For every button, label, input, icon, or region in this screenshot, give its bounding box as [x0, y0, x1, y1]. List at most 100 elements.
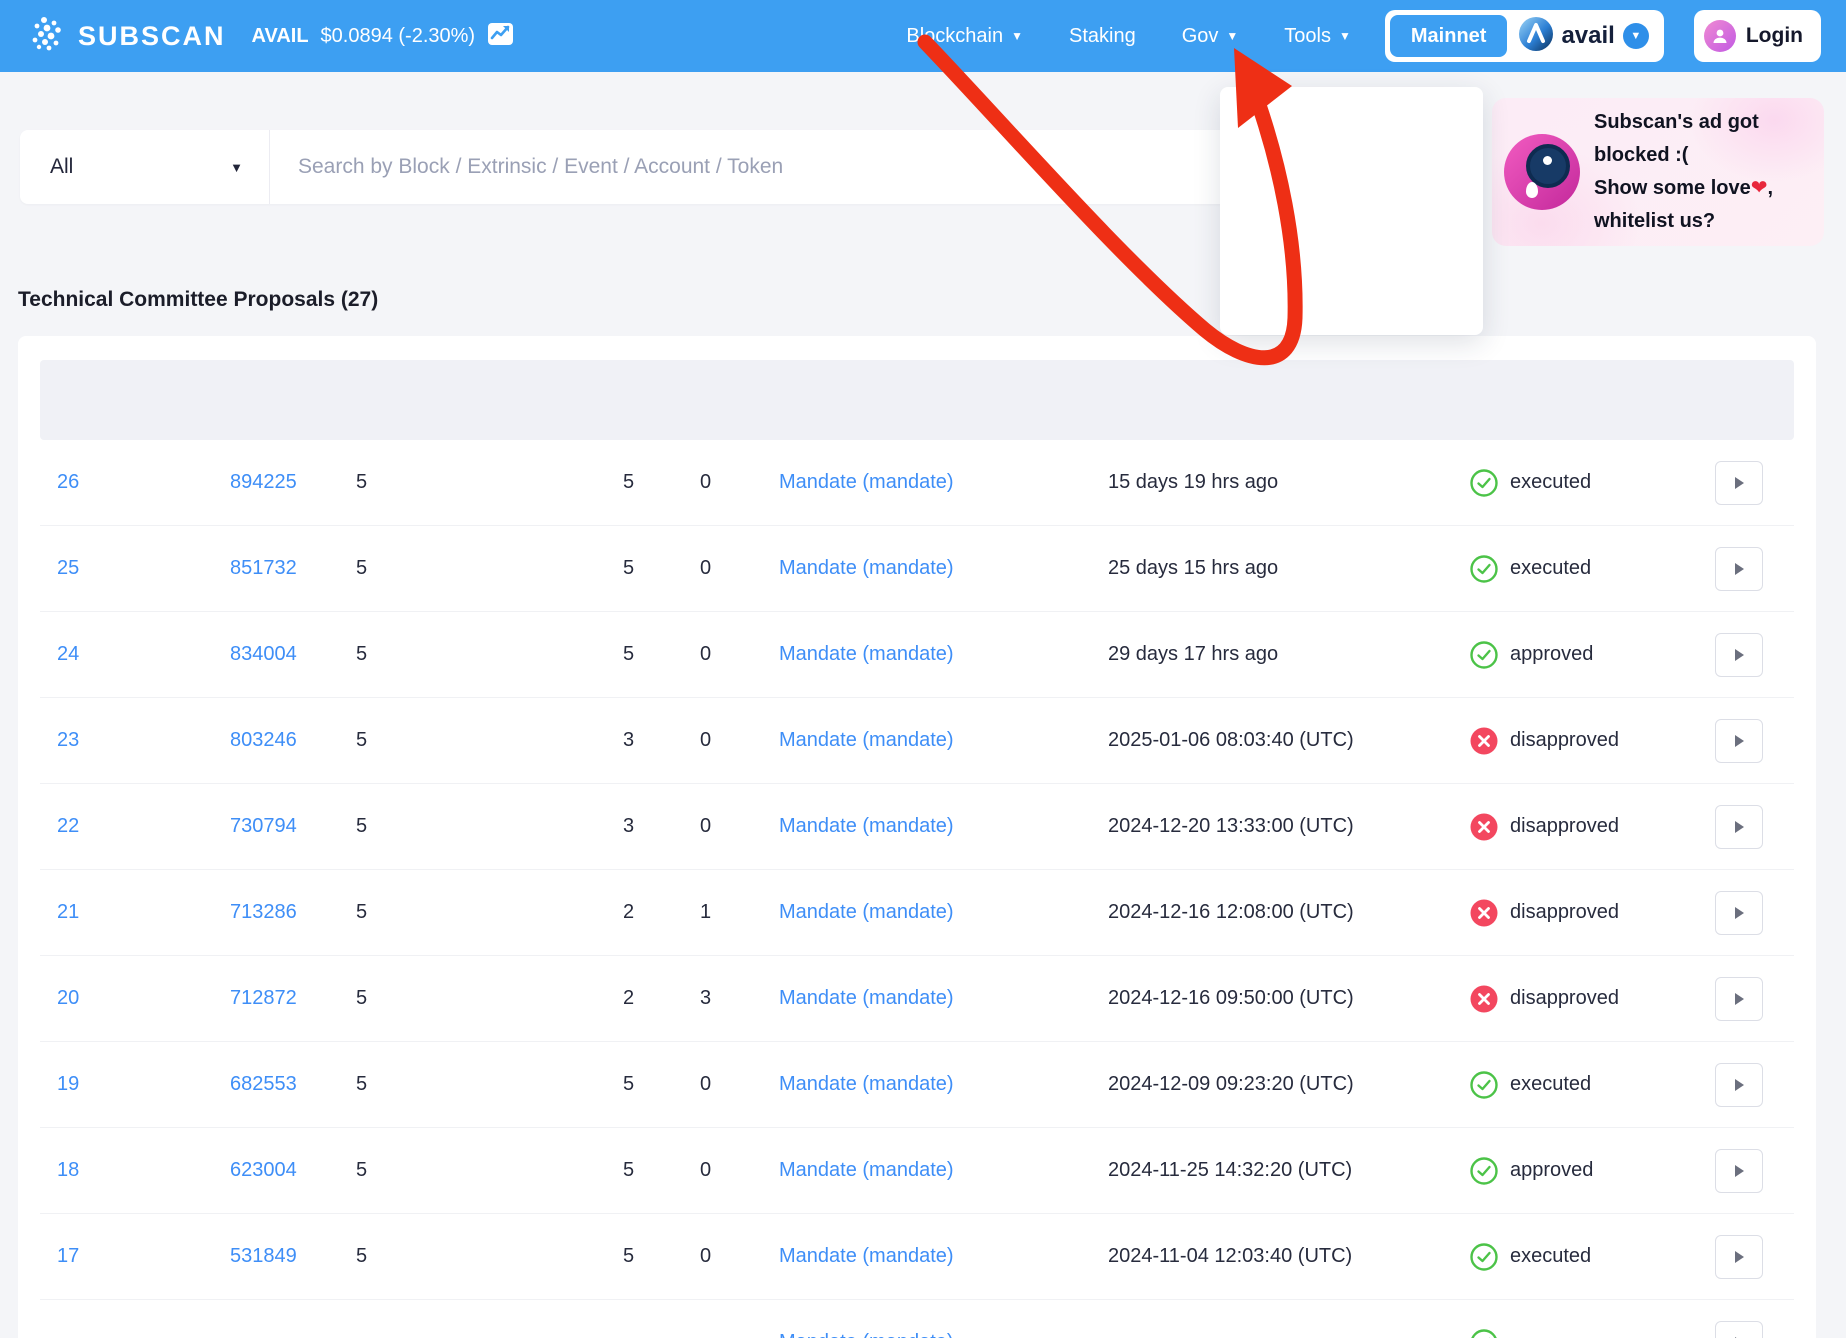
proposal-id-link[interactable]: 17 [57, 1245, 79, 1267]
table-row: Mandate (mandate) [40, 1300, 1794, 1338]
proposal-id-link[interactable]: 25 [57, 557, 79, 579]
aye-count: 2 [623, 987, 700, 1010]
action-link[interactable]: Mandate (mandate) [779, 471, 954, 493]
time-value: 2024-12-16 09:50:00 (UTC) [1108, 987, 1470, 1010]
proposal-id-link[interactable]: 23 [57, 729, 79, 751]
gov-menu-item[interactable] [1220, 267, 1483, 323]
mainnet-button[interactable]: Mainnet [1390, 15, 1508, 57]
time-value: 2024-12-20 13:33:00 (UTC) [1108, 815, 1470, 838]
proposal-id-link[interactable]: 24 [57, 643, 79, 665]
expand-row-button[interactable] [1715, 633, 1763, 677]
status-badge: disapproved [1470, 813, 1715, 841]
time-value: 2024-12-16 12:08:00 (UTC) [1108, 901, 1470, 924]
gov-menu-item[interactable] [1220, 155, 1483, 211]
proposal-id-link[interactable]: 18 [57, 1159, 79, 1181]
time-value: 2024-11-25 14:32:20 (UTC) [1108, 1159, 1470, 1182]
chevron-down-icon: ▼ [1339, 30, 1351, 42]
expand-row-button[interactable] [1715, 891, 1763, 935]
table-row: 21 713286 5 2 1 Mandate (mandate) 2024-1… [40, 870, 1794, 956]
nay-count: 0 [700, 471, 779, 494]
search-filter-select[interactable]: All ▼ [20, 130, 270, 204]
login-button[interactable]: Login [1694, 10, 1821, 62]
block-link[interactable]: 894225 [230, 471, 297, 493]
block-link[interactable]: 682553 [230, 1073, 297, 1095]
action-link[interactable]: Mandate (mandate) [779, 987, 954, 1009]
action-link[interactable]: Mandate (mandate) [779, 901, 954, 923]
status-text: approved [1510, 1159, 1593, 1182]
subscan-logo[interactable]: SUBSCAN [30, 15, 226, 58]
action-link[interactable]: Mandate (mandate) [779, 1331, 954, 1338]
table-row: 17 531849 5 5 0 Mandate (mandate) 2024-1… [40, 1214, 1794, 1300]
action-link[interactable]: Mandate (mandate) [779, 815, 954, 837]
aye-count: 2 [623, 901, 700, 924]
action-link[interactable]: Mandate (mandate) [779, 1245, 954, 1267]
table-row: 26 894225 5 5 0 Mandate (mandate) 15 day… [40, 440, 1794, 526]
proposal-id-link[interactable]: 20 [57, 987, 79, 1009]
block-link[interactable]: 851732 [230, 557, 297, 579]
network-switcher: Mainnet avail ▼ [1385, 10, 1664, 62]
nav-item-blockchain[interactable]: Blockchain ▼ [906, 25, 1023, 48]
expand-row-button[interactable] [1715, 547, 1763, 591]
action-link[interactable]: Mandate (mandate) [779, 643, 954, 665]
aye-count: 5 [623, 1073, 700, 1096]
main-nav: Blockchain ▼ Staking ▼ Gov ▼ Tools ▼ [906, 25, 1351, 48]
expand-row-button[interactable] [1715, 805, 1763, 849]
action-link[interactable]: Mandate (mandate) [779, 557, 954, 579]
proposal-id-link[interactable]: 22 [57, 815, 79, 837]
nay-count: 0 [700, 1073, 779, 1096]
expand-row-button[interactable] [1715, 1149, 1763, 1193]
table-row: 19 682553 5 5 0 Mandate (mandate) 2024-1… [40, 1042, 1794, 1128]
status-badge: executed [1470, 469, 1715, 497]
member-threshold: 5 [356, 643, 623, 666]
status-badge: disapproved [1470, 899, 1715, 927]
user-avatar-icon [1704, 20, 1736, 52]
block-link[interactable]: 730794 [230, 815, 297, 837]
block-link[interactable]: 713286 [230, 901, 297, 923]
block-link[interactable]: 712872 [230, 987, 297, 1009]
expand-row-button[interactable] [1715, 719, 1763, 763]
member-threshold: 5 [356, 1159, 623, 1182]
table-row: 25 851732 5 5 0 Mandate (mandate) 25 day… [40, 526, 1794, 612]
chevron-down-icon[interactable]: ▼ [1623, 23, 1649, 49]
network-select[interactable]: avail ▼ [1519, 17, 1658, 56]
status-text: approved [1510, 643, 1593, 666]
nav-item-gov[interactable]: Gov ▼ [1182, 25, 1239, 48]
price-chart-icon[interactable] [487, 22, 514, 51]
block-link[interactable]: 531849 [230, 1245, 297, 1267]
table-body: 26 894225 5 5 0 Mandate (mandate) 15 day… [40, 440, 1794, 1338]
proposal-id-link[interactable]: 21 [57, 901, 79, 923]
ad-banner[interactable]: Subscan's ad got blocked :( Show some lo… [1492, 98, 1824, 246]
gov-menu-item[interactable] [1220, 99, 1483, 155]
block-link[interactable]: 834004 [230, 643, 297, 665]
nav-item-staking[interactable]: Staking ▼ [1069, 25, 1136, 48]
block-link[interactable]: 623004 [230, 1159, 297, 1181]
expand-row-button[interactable] [1715, 461, 1763, 505]
status-text: executed [1510, 471, 1591, 494]
page-title: Technical Committee Proposals (27) [18, 288, 1846, 312]
status-badge: executed [1470, 555, 1715, 583]
action-link[interactable]: Mandate (mandate) [779, 1159, 954, 1181]
table-row: 23 803246 5 3 0 Mandate (mandate) 2025-0… [40, 698, 1794, 784]
status-badge: approved [1470, 641, 1715, 669]
expand-row-button[interactable] [1715, 1321, 1763, 1338]
block-link[interactable]: 803246 [230, 729, 297, 751]
time-value: 25 days 15 hrs ago [1108, 557, 1470, 580]
gov-menu-item[interactable] [1220, 211, 1483, 267]
action-link[interactable]: Mandate (mandate) [779, 729, 954, 751]
table-row: 22 730794 5 3 0 Mandate (mandate) 2024-1… [40, 784, 1794, 870]
proposal-id-link[interactable]: 26 [57, 471, 79, 493]
nav-item-tools[interactable]: Tools ▼ [1284, 25, 1351, 48]
proposals-table-card: 26 894225 5 5 0 Mandate (mandate) 15 day… [18, 336, 1816, 1338]
brand-wordmark: SUBSCAN [78, 21, 226, 52]
nay-count: 0 [700, 557, 779, 580]
expand-row-button[interactable] [1715, 1235, 1763, 1279]
action-link[interactable]: Mandate (mandate) [779, 1073, 954, 1095]
token-price-block: AVAIL $0.0894 (-2.30%) [252, 22, 515, 51]
avail-logo-icon [1519, 17, 1553, 56]
nay-count: 1 [700, 901, 779, 924]
proposal-id-link[interactable]: 19 [57, 1073, 79, 1095]
expand-row-button[interactable] [1715, 977, 1763, 1021]
member-threshold: 5 [356, 557, 623, 580]
table-row: 20 712872 5 2 3 Mandate (mandate) 2024-1… [40, 956, 1794, 1042]
expand-row-button[interactable] [1715, 1063, 1763, 1107]
